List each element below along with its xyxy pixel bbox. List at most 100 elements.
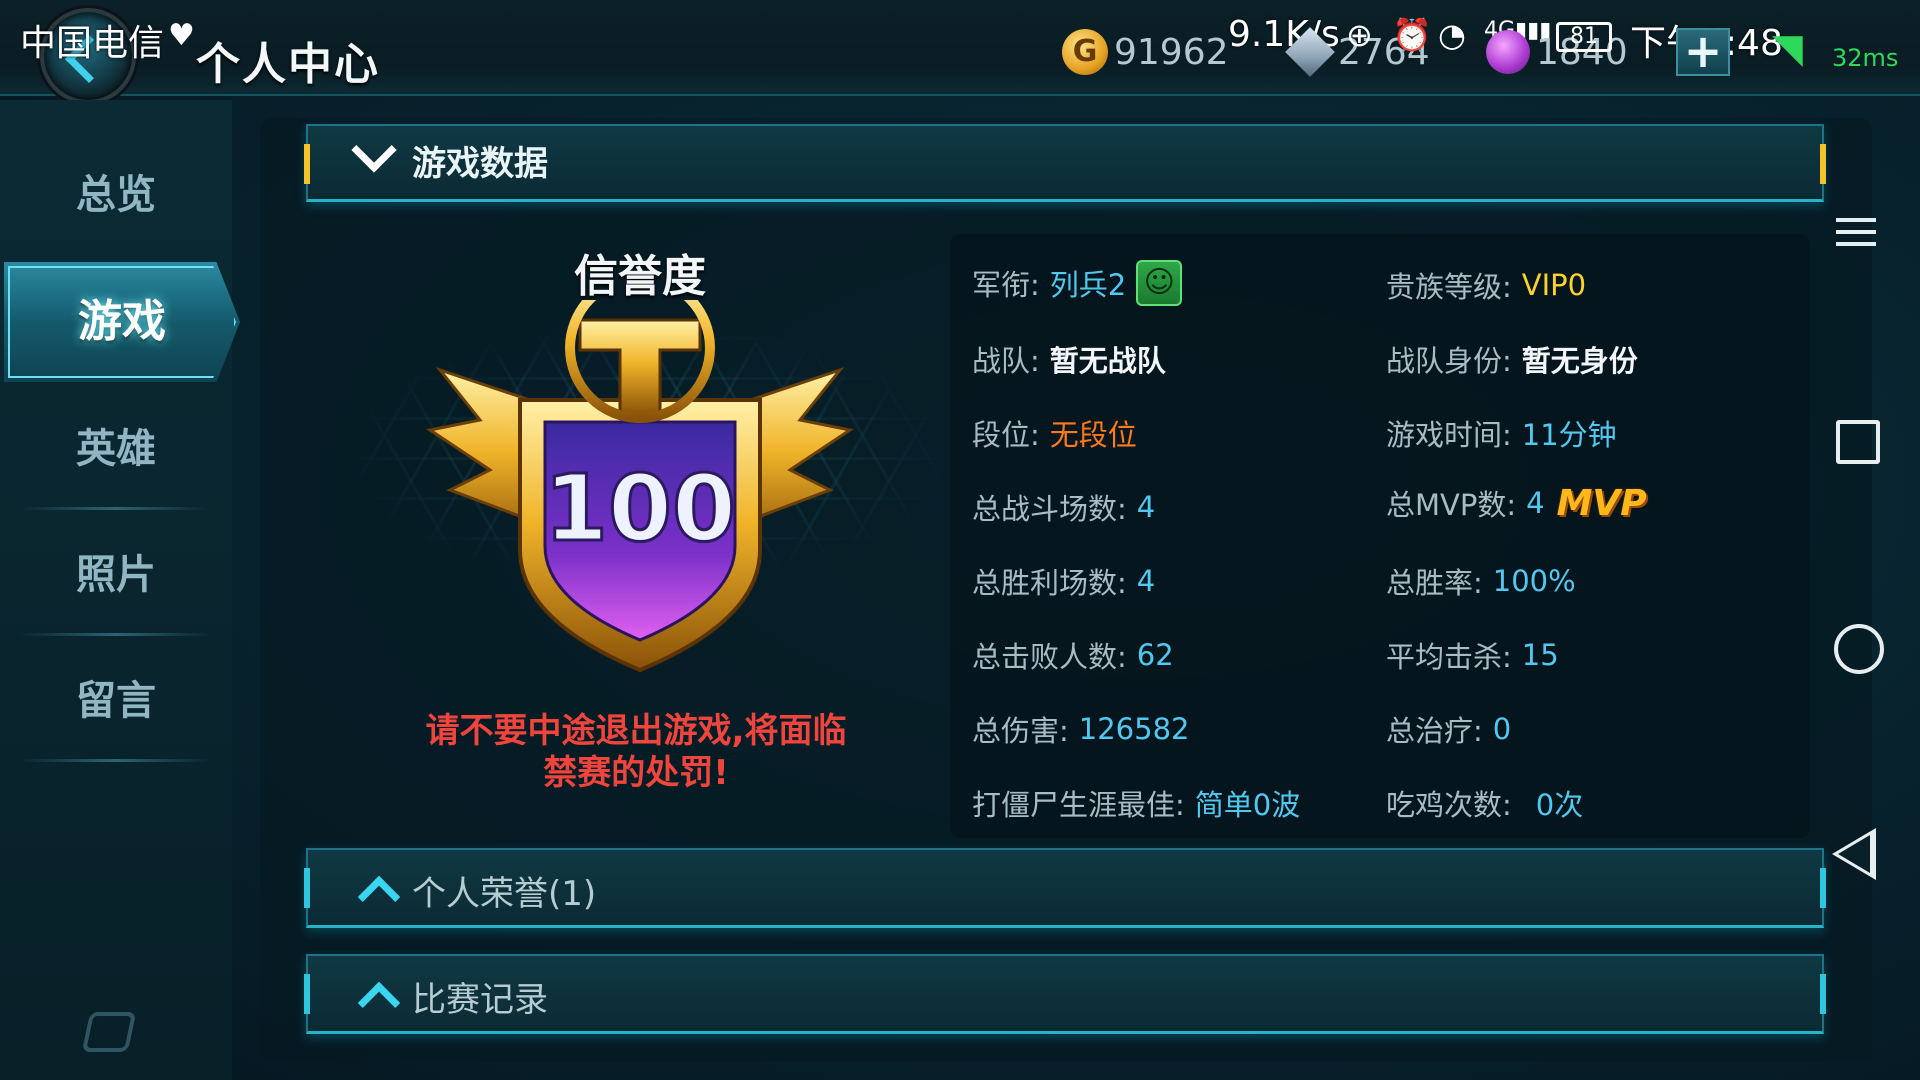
stat-value: 列兵2 — [1049, 268, 1127, 302]
stat-team: 战队: 暂无战队 — [972, 338, 1166, 380]
stat-value: VIP0 — [1521, 268, 1587, 302]
top-bar: 中国电信 ♥ 个人中心 G 91962 9.1K/s 2764 ⊕ ⏰ ◔ 4G… — [0, 0, 1920, 104]
stat-value: 11分钟 — [1521, 418, 1617, 452]
chevron-up-icon — [357, 981, 401, 1025]
sidebar-item-label: 游戏 — [78, 296, 166, 347]
header-accent — [304, 144, 310, 184]
stat-label: 总击败人数: — [972, 640, 1127, 674]
stat-value: 无段位 — [1049, 418, 1137, 452]
credit-badge-icon: 100 — [426, 300, 854, 673]
diamond-icon — [1285, 27, 1335, 77]
stat-value: 62 — [1136, 638, 1174, 672]
heart-icon: ♥ — [168, 18, 195, 53]
sidebar-item-game[interactable]: 游戏 — [4, 262, 240, 382]
stat-value: 100% — [1492, 564, 1576, 598]
stat-label: 总胜利场数: — [972, 566, 1127, 600]
stat-label: 战队: — [972, 344, 1040, 378]
connection-icon: ◥ — [1772, 26, 1803, 72]
sidebar-item-heroes[interactable]: 英雄 — [0, 394, 232, 510]
stat-chicken: 吃鸡次数: 0次 — [1386, 782, 1583, 824]
divider — [20, 633, 210, 636]
stat-label: 战队身份: — [1386, 344, 1512, 378]
stat-label: 总MVP数: — [1386, 488, 1517, 522]
stat-team-role: 战队身份: 暂无身份 — [1386, 338, 1638, 380]
sidebar-item-label: 总览 — [76, 172, 156, 218]
header-accent — [304, 868, 310, 908]
stat-battles: 总战斗场数: 4 — [972, 486, 1155, 528]
stat-zombie-best: 打僵尸生涯最佳: 简单0波 — [972, 782, 1300, 824]
divider — [20, 507, 210, 510]
stat-rank: 军衔: 列兵2 ☺ — [972, 260, 1183, 306]
stat-mvp: 总MVP数: 4 MVP — [1386, 482, 1647, 524]
stat-label: 游戏时间: — [1386, 418, 1512, 452]
stat-value: 0 — [1492, 712, 1512, 746]
ping-value: 32ms — [1832, 44, 1899, 72]
battery-indicator: 81 — [1556, 22, 1612, 52]
stat-value: 126582 — [1078, 712, 1190, 746]
stat-kills: 总击败人数: 62 — [972, 634, 1174, 676]
sidebar-item-label: 照片 — [76, 552, 156, 598]
stat-healing: 总治疗: 0 — [1386, 708, 1511, 750]
notification-pull-down-icon[interactable] — [1836, 218, 1876, 254]
stat-label: 总治疗: — [1386, 714, 1483, 748]
sidebar-item-label: 留言 — [76, 678, 156, 724]
stat-damage: 总伤害: 126582 — [972, 708, 1190, 750]
stat-winrate: 总胜率: 100% — [1386, 560, 1576, 602]
sidebar-item-photos[interactable]: 照片 — [0, 520, 232, 636]
game-logo-icon — [81, 1012, 137, 1052]
stat-playtime: 游戏时间: 11分钟 — [1386, 412, 1617, 454]
recent-apps-button[interactable] — [1836, 420, 1880, 464]
home-button[interactable] — [1834, 624, 1884, 674]
rank-smile-icon: ☺ — [1136, 260, 1183, 306]
stat-value: 简单0波 — [1194, 788, 1301, 822]
stat-value: 4 — [1136, 490, 1156, 524]
mvp-badge: MVP — [1556, 482, 1647, 524]
section-honors-header[interactable]: 个人荣誉(1) — [304, 848, 1826, 928]
personal-center-screen: 中国电信 ♥ 个人中心 G 91962 9.1K/s 2764 ⊕ ⏰ ◔ 4G… — [0, 0, 1920, 1080]
section-match-records-header[interactable]: 比赛记录 — [304, 954, 1826, 1034]
system-back-button[interactable] — [1832, 828, 1876, 880]
warning-line: 请不要中途退出游戏,将面临 — [425, 711, 847, 751]
system-nav-bar — [1792, 100, 1920, 1080]
sidebar-item-overview[interactable]: 总览 — [0, 140, 232, 250]
chevron-down-icon — [351, 127, 397, 173]
stat-value: 15 — [1521, 638, 1559, 672]
gold-amount: 91962 — [1114, 31, 1229, 73]
chevron-up-icon — [357, 875, 401, 919]
stat-value: 4 — [1526, 486, 1545, 520]
stat-label: 段位: — [972, 418, 1040, 452]
section-title: 个人荣誉(1) — [412, 874, 597, 914]
wifi-icon: ◔ — [1438, 16, 1466, 54]
alarm-icon: ⏰ — [1392, 16, 1432, 54]
page-title: 个人中心 — [196, 39, 380, 90]
stat-value: 4 — [1136, 564, 1156, 598]
stat-avg-kills: 平均击杀: 15 — [1386, 634, 1559, 676]
stat-value: 暂无战队 — [1049, 344, 1166, 378]
stat-label: 总胜率: — [1386, 566, 1483, 600]
stat-label: 总战斗场数: — [972, 492, 1127, 526]
stat-noble: 贵族等级: VIP0 — [1386, 264, 1586, 306]
stat-tier: 段位: 无段位 — [972, 412, 1137, 454]
stat-label: 吃鸡次数: — [1386, 788, 1512, 822]
header-accent — [304, 974, 310, 1014]
stat-label: 打僵尸生涯最佳: — [972, 788, 1185, 822]
stat-label: 军衔: — [972, 268, 1040, 302]
sidebar-item-messages[interactable]: 留言 — [0, 646, 232, 762]
stat-label: 贵族等级: — [1386, 270, 1512, 304]
gold-counter: G 91962 — [1062, 24, 1229, 80]
section-title: 比赛记录 — [412, 980, 548, 1020]
credit-score: 100 — [544, 455, 736, 562]
stat-label: 总伤害: — [972, 714, 1069, 748]
stat-label: 平均击杀: — [1386, 640, 1512, 674]
credit-title: 信誉度 — [574, 251, 706, 302]
stat-value: 0次 — [1535, 788, 1584, 822]
recharge-plus-button[interactable]: + — [1676, 28, 1730, 76]
section-game-data-header[interactable]: 游戏数据 — [304, 124, 1826, 202]
stat-wins: 总胜利场数: 4 — [972, 560, 1155, 602]
gold-coin-icon: G — [1062, 29, 1108, 75]
section-title: 游戏数据 — [412, 144, 548, 184]
gem-icon — [1486, 30, 1530, 74]
warning-line: 禁赛的处罚! — [543, 753, 729, 793]
stat-value: 暂无身份 — [1521, 344, 1638, 378]
carrier-name: 中国电信 — [20, 23, 165, 64]
